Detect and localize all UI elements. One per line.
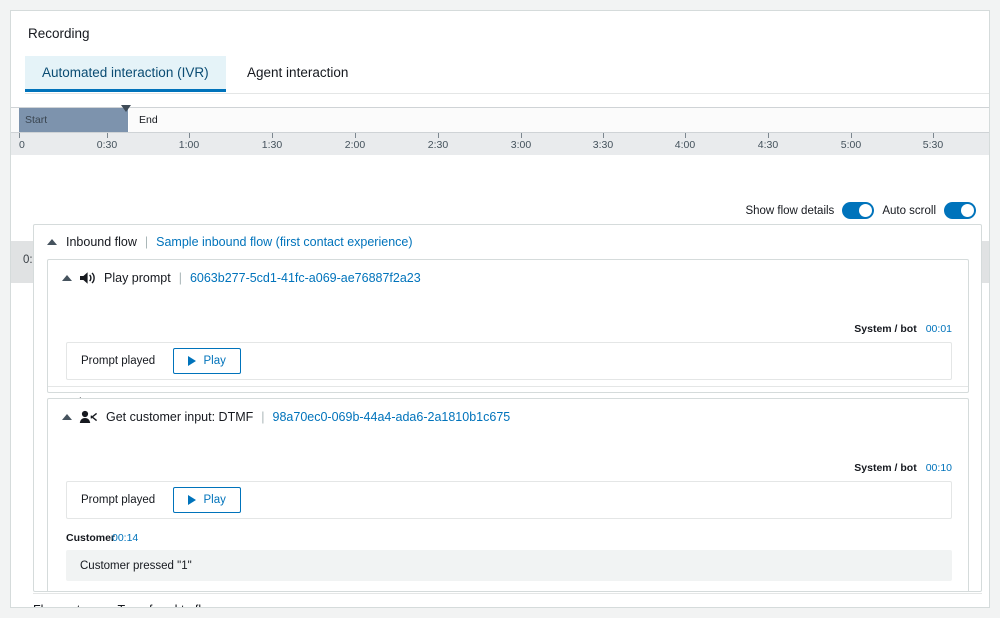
auto-scroll-toggle[interactable] <box>944 202 976 219</box>
tab-agent-interaction[interactable]: Agent interaction <box>230 56 365 92</box>
play-triangle-icon <box>188 356 196 366</box>
collapse-caret-icon[interactable] <box>47 239 57 245</box>
prompt-played-box: Prompt played Play <box>66 342 952 380</box>
show-flow-details-toggle[interactable] <box>842 202 874 219</box>
actor-timestamp: 00:01 <box>926 323 952 335</box>
tick-label: 3:30 <box>593 139 613 151</box>
collapse-caret-icon[interactable] <box>62 275 72 281</box>
separator: | <box>179 271 182 285</box>
tick-label: 4:00 <box>675 139 695 151</box>
actor-label: System / bot <box>854 323 916 335</box>
tick-label: 1:00 <box>179 139 199 151</box>
customer-message: Customer pressed "1" <box>66 550 952 581</box>
action-id-link[interactable]: 98a70ec0-069b-44a4-ada6-2a1810b1c675 <box>273 410 511 424</box>
action-header: Get customer input: DTMF | 98a70ec0-069b… <box>62 410 510 424</box>
display-options: Show flow details Auto scroll <box>745 202 976 219</box>
actor-row: System / bot 00:01 <box>854 323 952 335</box>
prompt-played-label: Prompt played <box>81 494 155 506</box>
play-prompt-button[interactable]: Play <box>173 348 241 374</box>
action-id-link[interactable]: 6063b277-5cd1-41fc-a069-ae76887f2a23 <box>190 271 421 285</box>
actor-label: System / bot <box>854 462 916 474</box>
flow-header: Inbound flow | Sample inbound flow (firs… <box>34 225 981 259</box>
speaker-icon <box>79 271 96 285</box>
play-triangle-icon <box>188 495 196 505</box>
timeline: Start End 0 0:30 1:00 1:30 <box>11 97 989 195</box>
flow-title: Inbound flow <box>66 235 137 249</box>
customer-input-icon <box>79 410 98 424</box>
tick-label: 5:30 <box>923 139 943 151</box>
action-card-play-prompt: Play prompt | 6063b277-5cd1-41fc-a069-ae… <box>47 259 969 393</box>
tab-bar: Automated interaction (IVR) Agent intera… <box>25 56 989 94</box>
segment-start[interactable]: Start <box>19 108 129 132</box>
flow-outcome: Flow outcome: Transfered to flow <box>33 593 982 608</box>
action-card-get-customer-input: Get customer input: DTMF | 98a70ec0-069b… <box>47 398 969 592</box>
recording-page: Recording Automated interaction (IVR) Ag… <box>10 10 990 608</box>
play-button-label: Play <box>203 355 225 367</box>
collapse-caret-icon[interactable] <box>62 414 72 420</box>
timeline-axis: 0 0:30 1:00 1:30 2:00 2:30 3:00 3:30 4:0… <box>11 133 989 155</box>
flow-panel: Inbound flow | Sample inbound flow (firs… <box>33 224 982 592</box>
tick-label: 1:30 <box>262 139 282 151</box>
prompt-played-label: Prompt played <box>81 355 155 367</box>
tick-label: 4:30 <box>758 139 778 151</box>
tab-automated-interaction[interactable]: Automated interaction (IVR) <box>25 56 226 92</box>
actor-row: System / bot 00:10 <box>854 462 952 474</box>
customer-label: Customer <box>66 532 115 544</box>
tick-label: 2:30 <box>428 139 448 151</box>
page-title: Recording <box>28 26 90 41</box>
play-prompt-button[interactable]: Play <box>173 487 241 513</box>
tick-label: 2:00 <box>345 139 365 151</box>
tick-label: 0:30 <box>97 139 117 151</box>
timeline-track[interactable]: Start End <box>11 107 989 133</box>
playhead-marker-icon[interactable] <box>121 105 131 112</box>
action-name: Get customer input: DTMF <box>106 410 253 424</box>
tick-label: 5:00 <box>841 139 861 151</box>
prompt-played-box: Prompt played Play <box>66 481 952 519</box>
screenshot-root: Recording Automated interaction (IVR) Ag… <box>0 0 1000 618</box>
auto-scroll-label: Auto scroll <box>882 205 936 217</box>
customer-timestamp: 00:14 <box>112 532 138 544</box>
separator: | <box>261 410 264 424</box>
action-header: Play prompt | 6063b277-5cd1-41fc-a069-ae… <box>62 271 421 285</box>
play-button-label: Play <box>203 494 225 506</box>
actor-timestamp: 00:10 <box>926 462 952 474</box>
separator: | <box>145 235 148 249</box>
action-name: Play prompt <box>104 271 171 285</box>
segment-end[interactable]: End <box>133 108 989 132</box>
tick-label: 0 <box>19 139 25 151</box>
flow-link[interactable]: Sample inbound flow (first contact exper… <box>156 235 412 249</box>
show-flow-details-label: Show flow details <box>745 205 834 217</box>
tick-label: 3:00 <box>511 139 531 151</box>
